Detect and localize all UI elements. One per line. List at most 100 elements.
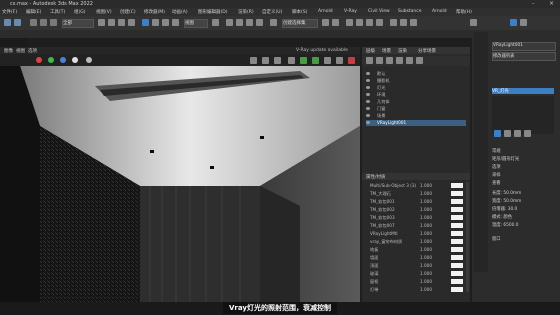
rollout-rect-disc[interactable]: 矩形/圆形灯光 — [492, 156, 519, 162]
layer-explorer-icon[interactable] — [346, 19, 353, 26]
display-helpers-icon[interactable] — [406, 57, 413, 64]
display-lights-icon[interactable] — [386, 57, 393, 64]
spinner-snap-icon[interactable] — [256, 19, 263, 26]
menu-vray[interactable]: V-Ray — [344, 9, 357, 14]
region-render-icon[interactable] — [300, 57, 307, 64]
link-icon[interactable] — [30, 19, 37, 26]
scene-row[interactable]: 灯光 — [366, 85, 466, 91]
window-crossing-icon[interactable] — [128, 19, 135, 26]
property-row[interactable]: 玻璃 1.000 — [364, 270, 468, 278]
red-channel-icon[interactable] — [36, 57, 42, 63]
rectangular-selection-icon[interactable] — [118, 19, 125, 26]
interactive-render-icon[interactable] — [324, 57, 331, 64]
visibility-icon[interactable] — [366, 107, 370, 110]
scene-row[interactable]: 门窗 — [366, 106, 466, 112]
color-swatch[interactable] — [451, 231, 463, 236]
redo-icon[interactable] — [14, 19, 21, 26]
scene-row[interactable]: 场景 — [366, 113, 466, 119]
scene-row[interactable]: 几何体 — [366, 99, 466, 105]
bind-space-warp-icon[interactable] — [50, 19, 57, 26]
reference-coordinate-dropdown[interactable]: 视图 — [184, 19, 208, 28]
color-swatch[interactable] — [451, 279, 463, 284]
visibility-icon[interactable] — [366, 121, 370, 124]
tab-layers[interactable]: 层级 — [366, 48, 375, 54]
select-by-name-icon[interactable] — [108, 19, 115, 26]
menu-create[interactable]: 创建(C) — [120, 9, 136, 15]
render-last-icon[interactable] — [312, 57, 319, 64]
undo-icon[interactable] — [4, 19, 11, 26]
rollout-viewport[interactable]: 查看 — [492, 180, 501, 186]
menu-arnold[interactable]: Arnold — [318, 9, 333, 14]
edit-named-selection-icon[interactable] — [270, 19, 277, 26]
named-selection-dropdown[interactable]: 创建选择集 — [282, 19, 318, 28]
move-icon[interactable] — [142, 19, 149, 26]
param-multiplier[interactable]: 倍增器: 30.0 — [492, 206, 517, 212]
property-row[interactable]: TM_软包003 1.000 — [364, 214, 468, 222]
menu-civil-view[interactable]: Civil View — [368, 9, 390, 14]
object-name-field[interactable]: VRayLight001 — [492, 42, 556, 51]
render-icon[interactable] — [336, 57, 343, 64]
menu-group[interactable]: 组(G) — [74, 9, 86, 15]
menu-view[interactable]: 视图(V) — [96, 9, 112, 15]
tab-share[interactable]: 分享场景 — [418, 48, 436, 54]
z-axis-constraint-icon[interactable] — [520, 19, 527, 26]
property-row[interactable]: TM_软包002 1.000 — [364, 206, 468, 214]
property-row[interactable]: 地板 1.000 — [364, 246, 468, 254]
properties-scrollbar[interactable] — [466, 182, 469, 292]
snap-toggle-icon[interactable] — [226, 19, 233, 26]
green-channel-icon[interactable] — [48, 57, 54, 63]
property-row[interactable]: 顶面 1.000 — [364, 262, 468, 270]
color-swatch[interactable] — [451, 263, 463, 268]
property-row[interactable]: TM_大理石 1.000 — [364, 190, 468, 198]
property-row[interactable]: 墙面 1.000 — [364, 254, 468, 262]
property-row[interactable]: 窗框 1.000 — [364, 278, 468, 286]
color-swatch[interactable] — [451, 255, 463, 260]
menu-file[interactable]: 文件(F) — [2, 9, 17, 15]
modifier-stack-list[interactable] — [492, 96, 554, 134]
clear-image-icon[interactable] — [262, 57, 269, 64]
minimize-button[interactable]: – — [532, 1, 538, 7]
filter-icon[interactable] — [366, 57, 373, 64]
property-row[interactable]: TM_软包007 1.000 — [364, 222, 468, 230]
stop-render-icon[interactable] — [348, 57, 355, 64]
render-setup-icon[interactable] — [390, 19, 397, 26]
menu-scripting[interactable]: 脚本(S) — [292, 9, 307, 15]
color-swatch[interactable] — [451, 223, 463, 228]
angle-snap-icon[interactable] — [236, 19, 243, 26]
copy-image-icon[interactable] — [274, 57, 281, 64]
display-geometry-icon[interactable] — [376, 57, 383, 64]
visibility-icon[interactable] — [366, 93, 370, 96]
make-unique-icon[interactable] — [514, 130, 521, 137]
color-swatch[interactable] — [451, 247, 463, 252]
menu-help[interactable]: 帮助(H) — [456, 9, 472, 15]
scene-row[interactable]: 摄影机 — [366, 78, 466, 84]
scene-row-selected[interactable]: VRayLight001 — [366, 120, 466, 126]
menu-edit[interactable]: 编辑(E) — [26, 9, 41, 15]
remove-modifier-icon[interactable] — [524, 130, 531, 137]
mono-channel-icon[interactable] — [86, 57, 92, 63]
selection-filter-dropdown[interactable]: 全部 — [62, 19, 94, 28]
material-editor-icon[interactable] — [376, 19, 383, 26]
percent-snap-icon[interactable] — [246, 19, 253, 26]
rollout-general[interactable]: 常规 — [492, 148, 501, 154]
scale-icon[interactable] — [162, 19, 169, 26]
blue-channel-icon[interactable] — [60, 57, 66, 63]
show-end-result-icon[interactable] — [504, 130, 511, 137]
menu-modifiers[interactable]: 修改器(M) — [144, 9, 165, 15]
color-swatch[interactable] — [451, 215, 463, 220]
select-object-icon[interactable] — [98, 19, 105, 26]
menu-rendering[interactable]: 渲染(R) — [238, 9, 254, 15]
render-viewport[interactable] — [0, 66, 360, 302]
scene-row[interactable]: 默认 — [366, 71, 466, 77]
rendered-frame-window-icon[interactable] — [400, 19, 407, 26]
color-swatch[interactable] — [451, 271, 463, 276]
color-swatch[interactable] — [451, 287, 463, 292]
tab-render[interactable]: 渲染 — [398, 48, 407, 54]
property-row[interactable]: vray_窗帘布材质 1.000 — [364, 238, 468, 246]
rollout-window[interactable]: 窗口 — [492, 236, 501, 242]
scene-row[interactable]: 环境 — [366, 92, 466, 98]
property-row[interactable]: 灯带 1.000 — [364, 286, 468, 294]
menu-graph-editors[interactable]: 图形编辑器(D) — [198, 9, 227, 15]
x-axis-constraint-icon[interactable] — [470, 19, 477, 26]
color-swatch[interactable] — [451, 199, 463, 204]
